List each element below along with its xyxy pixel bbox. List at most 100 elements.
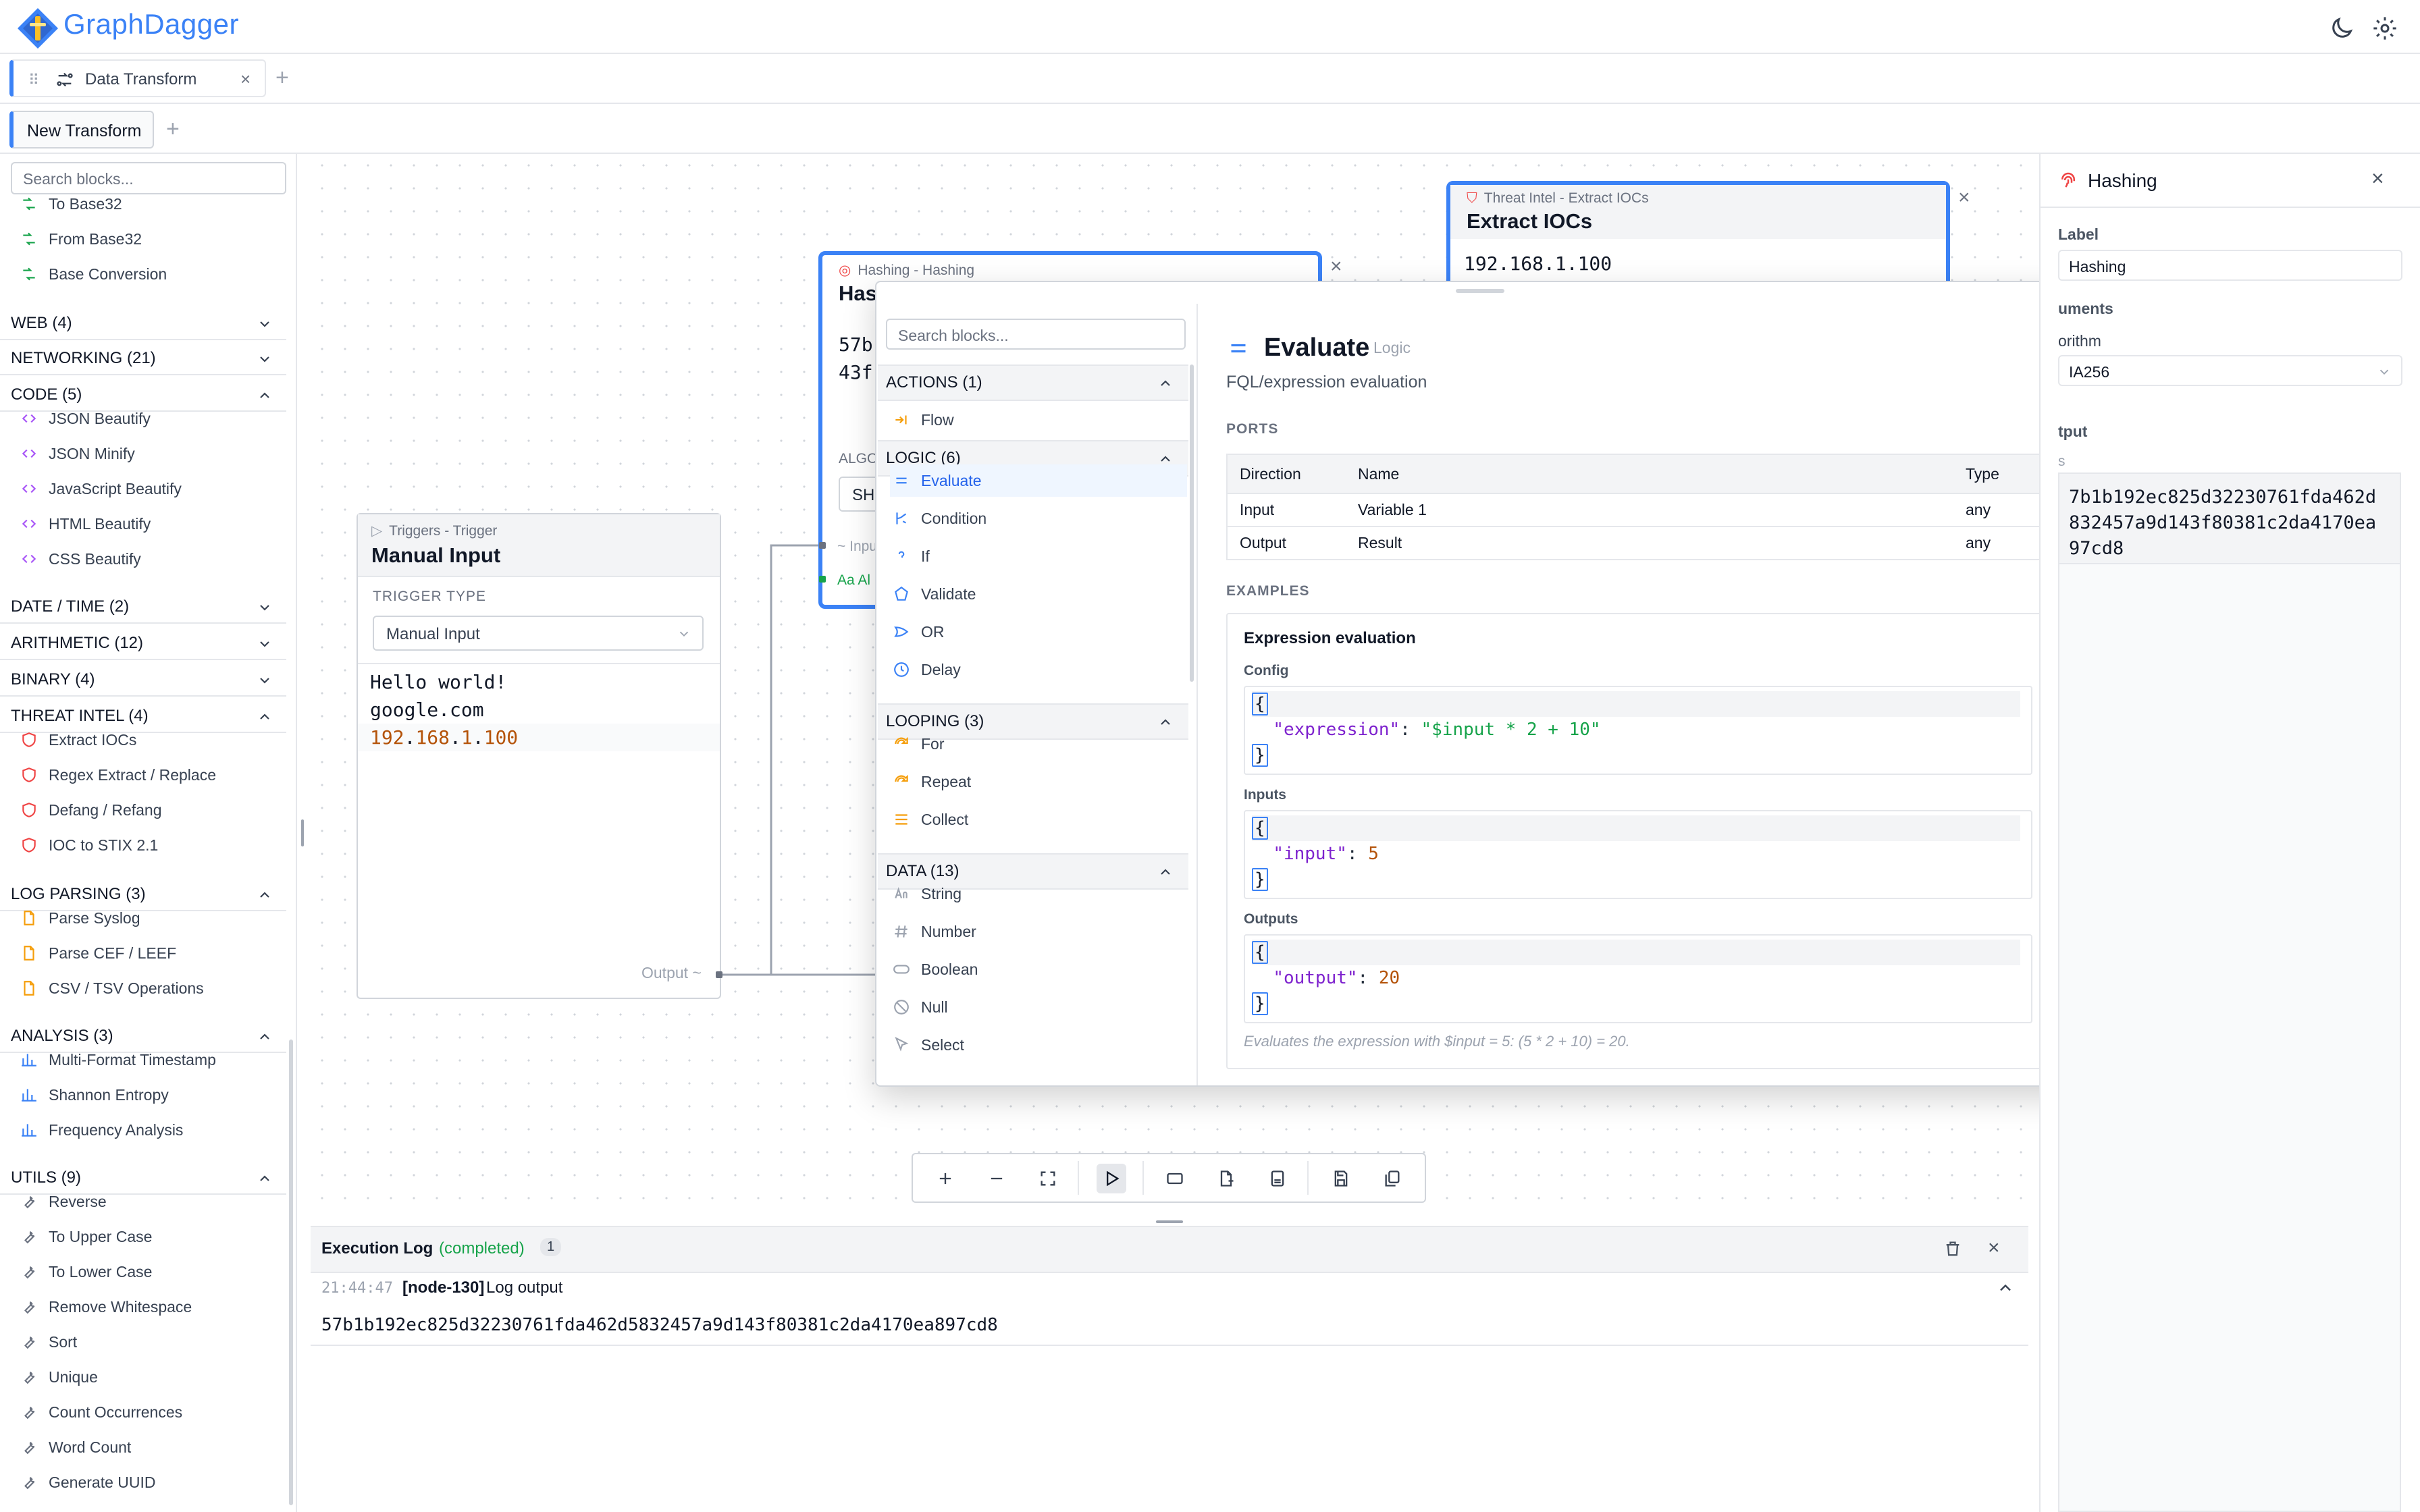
sidebar-category-arithmetic[interactable]: ARITHMETIC (12) bbox=[0, 628, 286, 660]
sidebar-category-datetime[interactable]: DATE / TIME (2) bbox=[0, 591, 286, 624]
drag-grip-icon[interactable]: ⠿ bbox=[28, 72, 39, 89]
zoom-out-button[interactable] bbox=[982, 1164, 1011, 1193]
chevron-up-icon[interactable] bbox=[1996, 1278, 2015, 1297]
chevron-up-icon bbox=[257, 387, 273, 404]
sidebar-item-sort[interactable]: Sort bbox=[20, 1328, 77, 1355]
config-code: { "expression": "$input * 2 + 10" } bbox=[1244, 686, 2032, 775]
output-port-label: Output ~ bbox=[641, 964, 702, 981]
popup-item-flow[interactable]: Flow bbox=[890, 404, 1187, 436]
sidebar-item-count-occurrences[interactable]: Count Occurrences bbox=[20, 1399, 182, 1426]
sidebar-item-word-count[interactable]: Word Count bbox=[20, 1434, 131, 1461]
close-tab-icon[interactable]: × bbox=[240, 69, 251, 90]
trigger-input-text[interactable]: Hello world! google.com 192.168.1.100 bbox=[358, 663, 720, 755]
sidebar-scrollbar[interactable] bbox=[289, 1040, 293, 1505]
sidebar-item-to-lower-case[interactable]: To Lower Case bbox=[20, 1258, 152, 1285]
tab-data-transform[interactable]: ⠿ Data Transform × bbox=[9, 59, 266, 97]
sidebar-item-ioc-to-stix-2-1[interactable]: IOC to STIX 2.1 bbox=[20, 832, 158, 859]
fit-view-button[interactable] bbox=[1033, 1164, 1063, 1193]
popup-category-actions[interactable]: ACTIONS (1) bbox=[878, 364, 1188, 401]
new-file-button[interactable] bbox=[1211, 1164, 1241, 1193]
sidebar-item-label: Multi-Format Timestamp bbox=[49, 1050, 216, 1069]
sidebar-item-parse-cef-leef[interactable]: Parse CEF / LEEF bbox=[20, 940, 176, 967]
close-log-icon[interactable]: × bbox=[1988, 1237, 2000, 1260]
popup-item-repeat[interactable]: Repeat bbox=[890, 765, 1187, 798]
sidebar-item-remove-whitespace[interactable]: Remove Whitespace bbox=[20, 1293, 192, 1320]
fingerprint-icon: ◎ bbox=[839, 263, 851, 278]
copy-button[interactable] bbox=[1377, 1164, 1407, 1193]
sidebar-item-to-upper-case[interactable]: To Upper Case bbox=[20, 1223, 152, 1250]
category-label: LOG PARSING (3) bbox=[11, 885, 146, 903]
popup-item-for[interactable]: For bbox=[890, 728, 1187, 760]
sidebar-item-csv-tsv-operations[interactable]: CSV / TSV Operations bbox=[20, 975, 204, 1002]
trash-icon[interactable] bbox=[1943, 1239, 1962, 1258]
sidebar-item-defang-refang[interactable]: Defang / Refang bbox=[20, 796, 162, 824]
trigger-type-select[interactable]: Manual Input bbox=[373, 616, 704, 651]
popup-item-number[interactable]: Number bbox=[890, 915, 1187, 948]
sidebar-item-javascript-beautify[interactable]: JavaScript Beautify bbox=[20, 475, 182, 502]
sidebar-item-frequency-analysis[interactable]: Frequency Analysis bbox=[20, 1116, 183, 1143]
sidebar-item-html-beautify[interactable]: HTML Beautify bbox=[20, 510, 151, 537]
sidebar-item-shannon-entropy[interactable]: Shannon Entropy bbox=[20, 1081, 169, 1108]
sidebar-item-json-beautify[interactable]: JSON Beautify bbox=[20, 405, 151, 432]
popup-drag-handle[interactable] bbox=[1456, 289, 1504, 293]
close-panel-icon[interactable]: × bbox=[2371, 166, 2384, 191]
popup-item-boolean[interactable]: Boolean bbox=[890, 953, 1187, 986]
popup-item-evaluate[interactable]: Evaluate bbox=[890, 464, 1187, 497]
rectangle-button[interactable] bbox=[1160, 1164, 1190, 1193]
popup-item-delay[interactable]: Delay bbox=[890, 653, 1187, 686]
notes-button[interactable] bbox=[1263, 1164, 1292, 1193]
node-extract-iocs[interactable]: ⛉ Threat Intel - Extract IOCs Extract IOC… bbox=[1446, 181, 1950, 289]
sidebar-resize-handle[interactable] bbox=[301, 819, 304, 846]
popup-item-select[interactable]: Select bbox=[890, 1029, 1187, 1061]
output-port[interactable] bbox=[716, 971, 722, 978]
sidebar-category-binary[interactable]: BINARY (4) bbox=[0, 664, 286, 697]
input-port[interactable] bbox=[819, 542, 826, 549]
save-button[interactable] bbox=[1326, 1164, 1356, 1193]
sidebar-item-unique[interactable]: Unique bbox=[20, 1364, 98, 1390]
popup-item-condition[interactable]: Condition bbox=[890, 502, 1187, 535]
shield-icon bbox=[20, 731, 38, 749]
sidebar-item-regex-extract-replace[interactable]: Regex Extract / Replace bbox=[20, 761, 216, 788]
sidebar-item-reverse[interactable]: Reverse bbox=[20, 1188, 107, 1215]
subtab-new-transform[interactable]: New Transform bbox=[9, 111, 154, 148]
close-node-icon[interactable]: × bbox=[1330, 255, 1342, 278]
sidebar-item-css-beautify[interactable]: CSS Beautify bbox=[20, 545, 141, 572]
add-tab-button[interactable]: + bbox=[275, 65, 289, 91]
sidebar-category-networking[interactable]: NETWORKING (21) bbox=[0, 343, 286, 375]
trigger-type-label: TRIGGER TYPE bbox=[373, 589, 486, 604]
dark-mode-icon[interactable] bbox=[2328, 15, 2355, 42]
sidebar-item-json-minify[interactable]: JSON Minify bbox=[20, 440, 135, 467]
popup-search-input[interactable]: Search blocks... bbox=[886, 319, 1186, 350]
popup-scrollbar[interactable] bbox=[1190, 364, 1194, 682]
popup-item-if[interactable]: If bbox=[890, 540, 1187, 572]
node-manual-input[interactable]: ▷ Triggers - Trigger Manual Input bbox=[357, 513, 721, 999]
sidebar-item-generate-uuid[interactable]: Generate UUID bbox=[20, 1469, 156, 1496]
sidebar-category-web[interactable]: WEB (4) bbox=[0, 308, 286, 340]
popup-item-string[interactable]: String bbox=[890, 878, 1187, 910]
popup-item-null[interactable]: Null bbox=[890, 991, 1187, 1023]
add-subtab-button[interactable]: + bbox=[166, 116, 180, 142]
close-node-icon[interactable]: × bbox=[1958, 186, 1970, 209]
sidebar-item-label: Generate UUID bbox=[49, 1473, 156, 1491]
sidebar-item-base-conversion[interactable]: Base Conversion bbox=[20, 261, 167, 288]
loop-icon bbox=[893, 773, 910, 790]
popup-item-or[interactable]: OR bbox=[890, 616, 1187, 648]
algorithm-select[interactable]: IA256 bbox=[2058, 355, 2402, 386]
popup-item-validate[interactable]: Validate bbox=[890, 578, 1187, 610]
settings-gear-icon[interactable] bbox=[2371, 15, 2398, 42]
sidebar-item-from-base32[interactable]: From Base32 bbox=[20, 225, 142, 252]
sidebar-item-label: To Base32 bbox=[49, 194, 122, 213]
category-label: BINARY (4) bbox=[11, 670, 95, 688]
popup-item-collect[interactable]: Collect bbox=[890, 803, 1187, 836]
sidebar-search-input[interactable]: Search blocks... bbox=[11, 162, 286, 194]
sidebar-item-extract-iocs[interactable]: Extract IOCs bbox=[20, 726, 136, 753]
sidebar-item-to-base32[interactable]: To Base32 bbox=[20, 190, 122, 217]
run-button[interactable] bbox=[1097, 1164, 1126, 1193]
algo-port[interactable] bbox=[819, 576, 826, 583]
doc-icon bbox=[20, 944, 38, 962]
sidebar-item-multi-format-timestamp[interactable]: Multi-Format Timestamp bbox=[20, 1046, 216, 1073]
sidebar-item-parse-syslog[interactable]: Parse Syslog bbox=[20, 905, 140, 932]
zoom-in-button[interactable] bbox=[930, 1164, 960, 1193]
label-input[interactable]: Hashing bbox=[2058, 250, 2402, 281]
log-resize-handle[interactable] bbox=[1156, 1220, 1183, 1223]
